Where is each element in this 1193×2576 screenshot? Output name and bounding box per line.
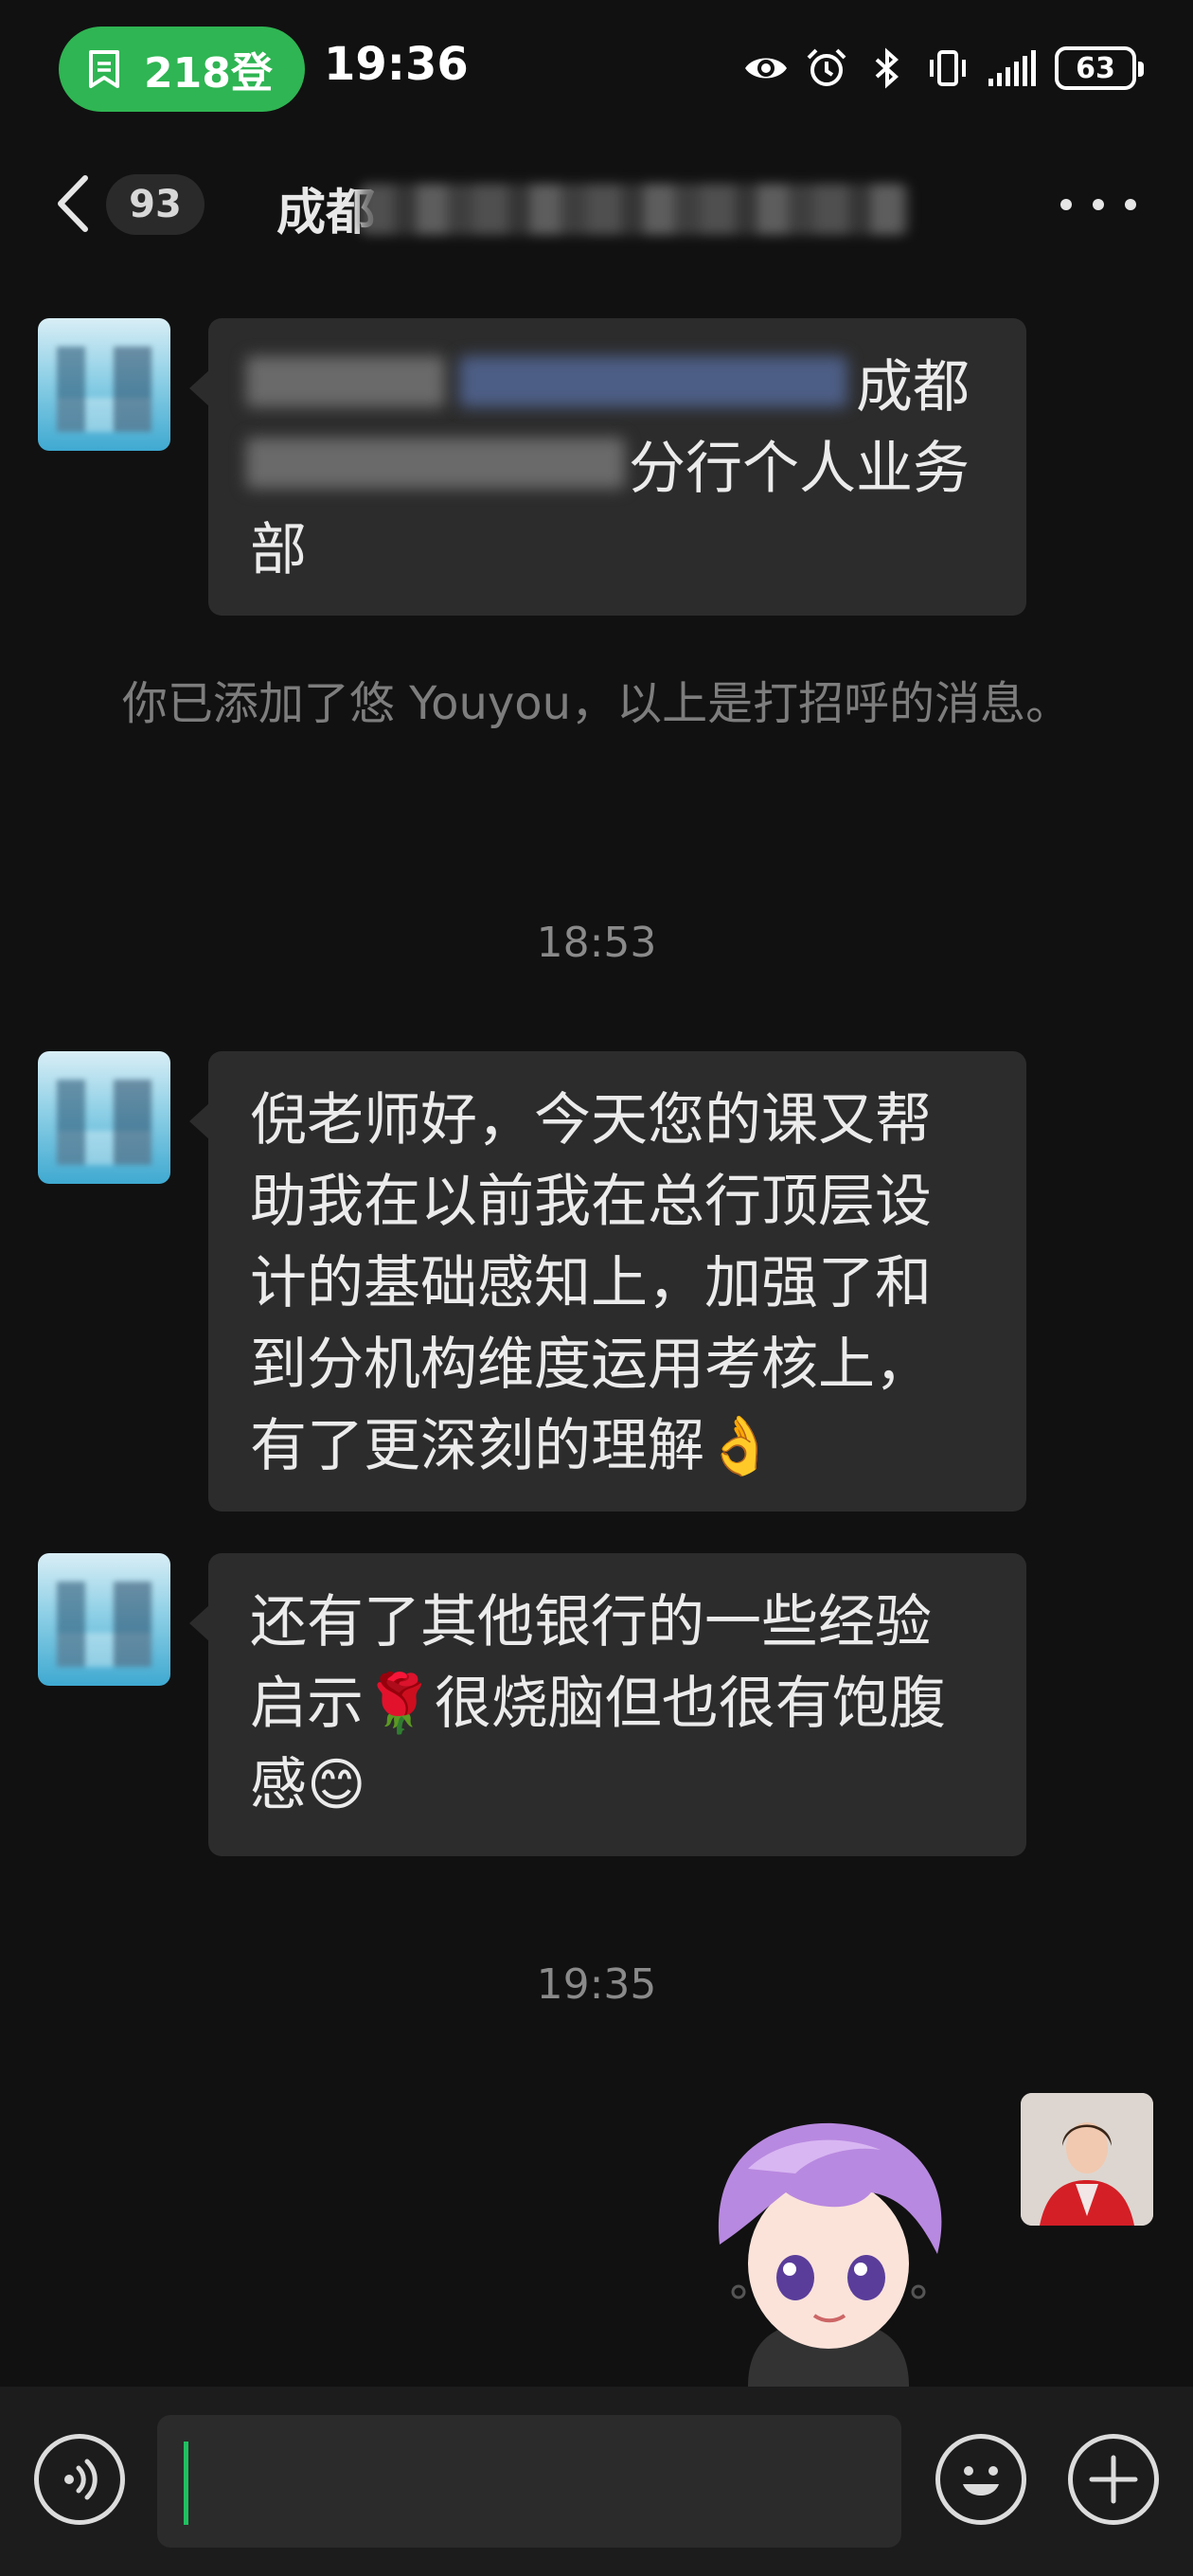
chevron-left-icon[interactable]	[47, 170, 104, 237]
contact-avatar[interactable]	[38, 1553, 170, 1686]
redacted-blur	[459, 356, 847, 407]
message-text: 成都	[856, 354, 970, 420]
battery-icon: 63	[1055, 46, 1144, 90]
timestamp: 18:53	[536, 919, 657, 967]
bookmark-icon	[89, 50, 119, 88]
message-bubble[interactable]: 还有了其他银行的一些经验启示🌹很烧脑但也很有饱腹感😊	[189, 1553, 1026, 1856]
message-bubble[interactable]: 成都 分行个人业务 部	[189, 318, 1026, 616]
voice-icon[interactable]	[34, 2434, 125, 2525]
title-redacted-blur	[360, 184, 909, 235]
contact-avatar[interactable]	[38, 318, 170, 451]
emoji-icon[interactable]	[935, 2434, 1026, 2525]
chat-screen: 218登 19:36 63 93 成都 成都 分行个人业务 部 你已添加了悠 Y…	[0, 0, 1193, 2576]
chat-header: 93 成都	[0, 152, 1193, 256]
message-bubble[interactable]: 倪老师好，今天您的课又帮助我在以前我在总行顶层设计的基础感知上，加强了和到分机构…	[189, 1051, 1026, 1512]
unread-count-badge[interactable]: 93	[106, 174, 205, 235]
purple-hair-cartoon-sticker[interactable]	[691, 2102, 966, 2387]
notification-pill[interactable]: 218登	[59, 27, 305, 112]
message-text: 部	[250, 517, 307, 583]
message-text: 还有了其他银行的一些经验启示🌹很烧脑但也很有饱腹感😊	[250, 1589, 946, 1818]
status-bar: 218登 19:36 63	[0, 0, 1193, 142]
more-dots-icon[interactable]	[1060, 186, 1136, 224]
timestamp: 19:35	[536, 1960, 657, 2009]
signal-icon	[988, 50, 1036, 86]
bluetooth-icon	[875, 47, 899, 89]
alarm-icon	[807, 48, 846, 86]
message-text: 倪老师好，今天您的课又帮助我在以前我在总行顶层设计的基础感知上，加强了和到分机构…	[250, 1087, 932, 1479]
person-photo-icon	[1021, 2093, 1153, 2226]
clock: 19:36	[324, 38, 469, 91]
redacted-blur	[246, 438, 625, 489]
text-caret	[184, 2442, 188, 2525]
my-avatar[interactable]	[1021, 2093, 1153, 2226]
system-note: 你已添加了悠 Youyou，以上是打招呼的消息。	[121, 677, 1072, 730]
notification-text: 218登	[144, 49, 273, 98]
redacted-blur	[246, 356, 445, 407]
message-input[interactable]	[157, 2415, 901, 2548]
input-bar	[0, 2387, 1193, 2576]
message-text: 分行个人业务	[629, 436, 970, 502]
vibrate-icon	[930, 50, 966, 86]
contact-avatar[interactable]	[38, 1051, 170, 1184]
eye-icon	[745, 58, 787, 79]
system-icons: 63	[742, 40, 1144, 97]
plus-icon[interactable]	[1068, 2434, 1159, 2525]
